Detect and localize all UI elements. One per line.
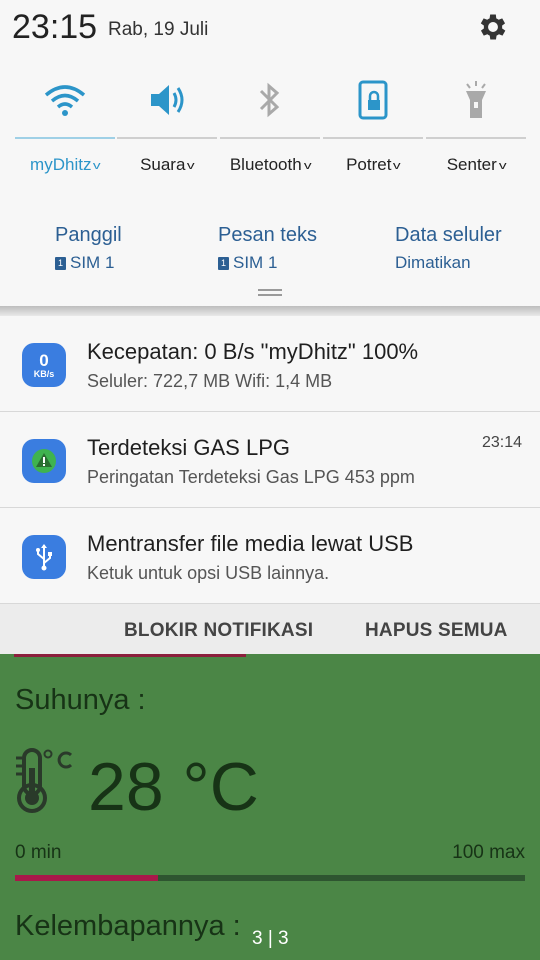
notification-item[interactable]: 0 KB/s Kecepatan: 0 B/s "myDhitz" 100% S… bbox=[0, 316, 540, 412]
humidity-label: Kelembapannya : bbox=[15, 910, 241, 942]
min-label: 0 min bbox=[15, 842, 62, 863]
temperature-value: 28 °C bbox=[88, 749, 259, 825]
notification-title: Mentransfer file media lewat USB bbox=[87, 531, 414, 556]
sim-settings: Panggil 1 SIM 1 Pesan teks 1 SIM 1 Data se… bbox=[0, 224, 540, 284]
notification-item[interactable]: Mentransfer file media lewat USB Ketuk u… bbox=[0, 508, 540, 604]
sim-data-status: Dimatikan bbox=[395, 253, 471, 272]
chevron-down-icon: v bbox=[187, 160, 196, 172]
previous-progress-bar bbox=[14, 654, 246, 657]
toggle-wifi[interactable]: myDhitz v bbox=[15, 72, 115, 192]
notification-item[interactable]: Terdeteksi GAS LPG Peringatan Terdeteksi… bbox=[0, 412, 540, 508]
chevron-down-icon: v bbox=[498, 160, 507, 172]
notification-list: 0 KB/s Kecepatan: 0 B/s "myDhitz" 100% S… bbox=[0, 316, 540, 604]
sim-sms-sim: SIM 1 bbox=[233, 253, 278, 272]
temperature-label: Suhunya : bbox=[15, 684, 146, 716]
speaker-icon bbox=[151, 85, 184, 115]
sensor-app: Suhunya : 28 °C 0 min 100 max Kelembapan… bbox=[0, 654, 540, 960]
thermometer-icon bbox=[16, 748, 73, 813]
chevron-down-icon: v bbox=[93, 160, 102, 172]
max-label: 100 max bbox=[452, 842, 525, 863]
sim-call-sim: SIM 1 bbox=[70, 253, 115, 272]
chevron-down-icon: v bbox=[303, 160, 312, 172]
notification-title: Terdeteksi GAS LPG bbox=[87, 435, 290, 460]
wifi-icon bbox=[44, 85, 86, 116]
toggle-flashlight[interactable]: Senter v bbox=[426, 72, 526, 192]
sim-call[interactable]: Panggil 1 SIM 1 bbox=[55, 224, 122, 273]
flashlight-icon bbox=[466, 81, 486, 118]
panel-drag-handle[interactable] bbox=[258, 289, 282, 296]
date: Rab, 19 Juli bbox=[108, 19, 209, 40]
clear-all-button[interactable]: HAPUS SEMUA bbox=[365, 620, 508, 642]
temperature-bar bbox=[15, 875, 525, 881]
sim-call-title: Panggil bbox=[55, 224, 122, 246]
notification-actions: BLOKIR NOTIFIKASI HAPUS SEMUA bbox=[0, 604, 540, 654]
sim-card-icon: 1 bbox=[218, 256, 229, 270]
clock: 23:15 bbox=[12, 8, 98, 46]
sim-sms-title: Pesan teks bbox=[218, 224, 317, 246]
toggle-bluetooth-label: Bluetooth bbox=[229, 155, 302, 174]
notification-text: Seluler: 722,7 MB Wifi: 1,4 MB bbox=[87, 371, 333, 391]
notification-text: Ketuk untuk opsi USB lainnya. bbox=[87, 563, 330, 583]
toggle-flashlight-label: Senter bbox=[446, 155, 497, 174]
toggle-wifi-label: myDhitz bbox=[30, 155, 92, 174]
toggle-sound[interactable]: Suara v bbox=[117, 72, 217, 192]
sim-data[interactable]: Data seluler Dimatikan bbox=[395, 224, 502, 273]
temperature-bar-fill bbox=[15, 875, 158, 881]
toggle-rotation[interactable]: Potret v bbox=[323, 72, 423, 192]
bluetooth-icon bbox=[259, 82, 280, 118]
network-speed-icon: 0 KB/s bbox=[22, 343, 66, 387]
toggle-bluetooth[interactable]: Bluetooth v bbox=[220, 72, 320, 192]
chevron-down-icon: v bbox=[393, 160, 402, 172]
sim-card-icon: 1 bbox=[55, 256, 66, 270]
toggle-rotation-label: Potret bbox=[346, 155, 392, 174]
toggle-sound-label: Suara bbox=[140, 155, 186, 174]
sim-sms[interactable]: Pesan teks 1 SIM 1 bbox=[218, 224, 317, 273]
block-notifications-button[interactable]: BLOKIR NOTIFIKASI bbox=[124, 620, 313, 642]
settings-gear-icon[interactable] bbox=[476, 10, 510, 44]
notification-text: Peringatan Terdeteksi Gas LPG 453 ppm bbox=[87, 467, 415, 487]
usb-icon bbox=[22, 535, 66, 579]
quick-toggles: myDhitz v Suara v Bluetooth v Potret v S… bbox=[0, 72, 540, 192]
quick-settings-panel: 23:15 Rab, 19 Juli myDhitz v Suara v Blu… bbox=[0, 0, 540, 306]
notification-time: 23:14 bbox=[481, 434, 522, 451]
sim-data-title: Data seluler bbox=[395, 224, 502, 246]
rotation-lock-icon bbox=[358, 80, 388, 120]
page-indicator: 3 | 3 bbox=[252, 928, 289, 949]
notification-title: Kecepatan: 0 B/s "myDhitz" 100% bbox=[87, 339, 419, 364]
gas-alert-icon bbox=[22, 439, 66, 483]
